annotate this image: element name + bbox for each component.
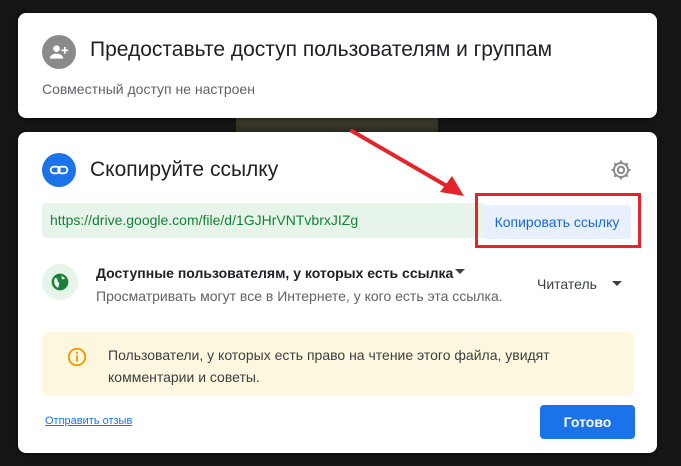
share-card: Предоставьте доступ пользователям и груп…: [18, 13, 657, 118]
send-feedback-link[interactable]: Отправить отзыв: [45, 415, 132, 427]
link-title: Скопируйте ссылку: [90, 158, 279, 181]
info-banner: Пользователи, у которых есть право на чт…: [42, 332, 634, 396]
highlight-box: [475, 193, 641, 248]
info-text: Пользователи, у которых есть право на чт…: [108, 347, 550, 385]
share-title: Предоставьте доступ пользователям и груп…: [90, 38, 553, 61]
link-card: Скопируйте ссылку https://drive.google.c…: [18, 132, 657, 453]
link-icon: [42, 153, 76, 187]
globe-icon: [42, 264, 78, 300]
access-description: Просматривать могут все в Интернете, у к…: [96, 288, 503, 304]
access-dropdown[interactable]: Доступные пользователям, у которых есть …: [96, 265, 453, 281]
done-button[interactable]: Готово: [540, 405, 635, 439]
share-status-text[interactable]: Совместный доступ не настроен: [42, 81, 255, 97]
link-url-field[interactable]: https://drive.google.com/file/d/1GJHrVNT…: [42, 203, 484, 238]
info-icon: [66, 346, 88, 368]
link-url-text[interactable]: https://drive.google.com/file/d/1GJHrVNT…: [50, 212, 358, 228]
gear-icon[interactable]: [609, 158, 633, 182]
role-caret-icon[interactable]: [612, 281, 622, 286]
access-caret-icon[interactable]: [455, 269, 465, 274]
person-add-icon: [42, 35, 76, 69]
role-dropdown[interactable]: Читатель: [537, 276, 597, 292]
